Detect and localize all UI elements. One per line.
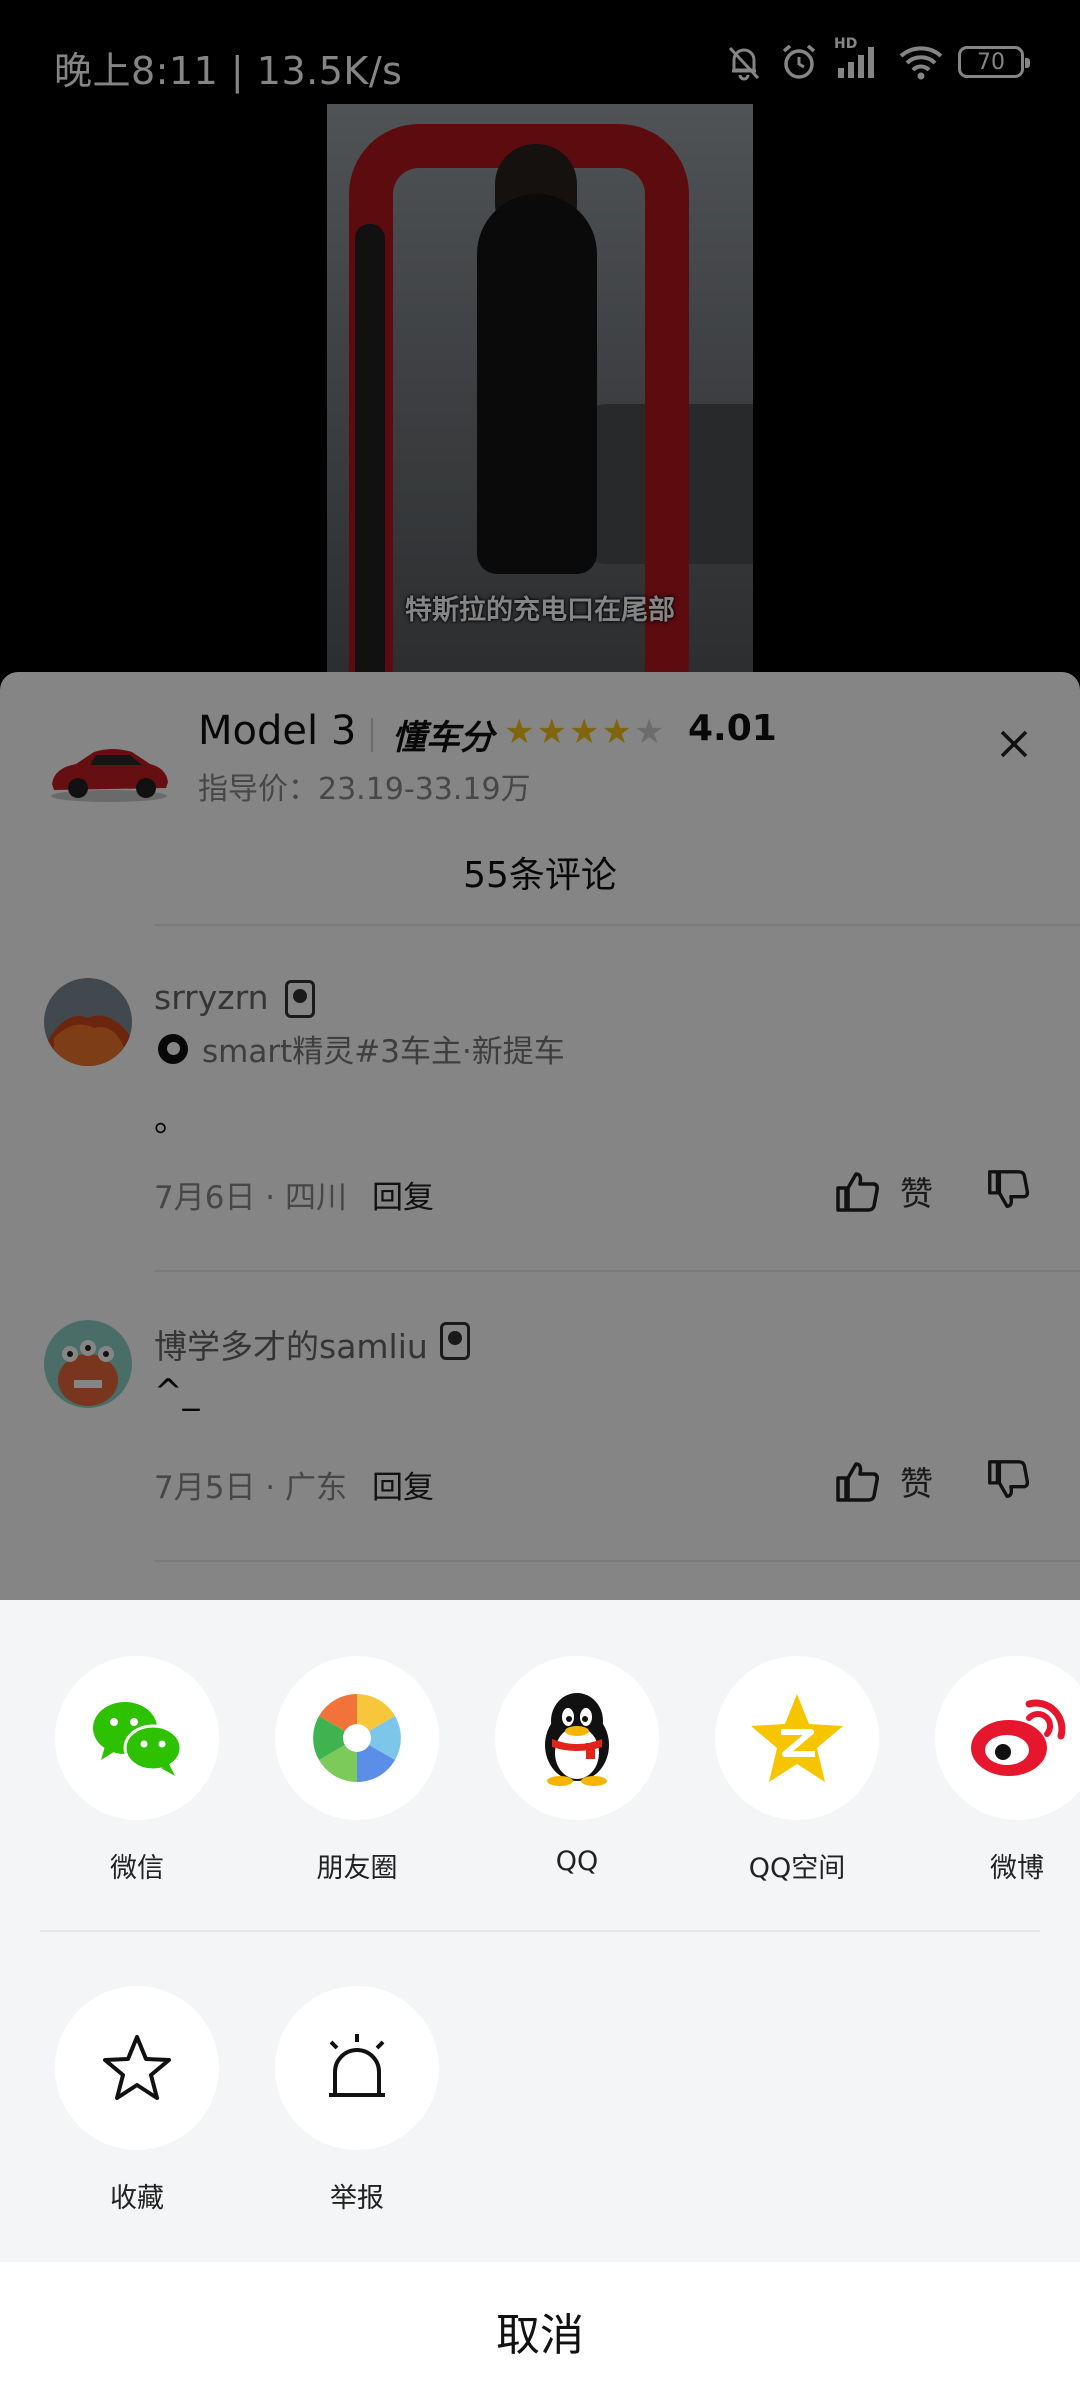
share-moments[interactable]: 朋友圈 bbox=[267, 1656, 447, 1885]
share-weibo[interactable]: 微博 bbox=[927, 1656, 1080, 1885]
wechat-icon bbox=[93, 1702, 183, 1776]
share-label: QQ bbox=[555, 1846, 599, 1877]
alarm-icon bbox=[329, 2034, 385, 2097]
qq-icon bbox=[545, 1693, 609, 1786]
star-outline-icon bbox=[103, 2035, 171, 2100]
action-favorite[interactable]: 收藏 bbox=[47, 1986, 227, 2215]
action-label: 收藏 bbox=[110, 2183, 164, 2214]
share-wechat-circle[interactable] bbox=[55, 1656, 219, 1820]
action-report[interactable]: 举报 bbox=[267, 1986, 447, 2215]
action-favorite-circle[interactable] bbox=[55, 1986, 219, 2150]
action-label: 举报 bbox=[330, 2183, 384, 2214]
share-label: QQ空间 bbox=[748, 1853, 846, 1884]
share-sheet: 微信 朋友圈 QQ QQ空间 微博 收藏 举报 取消 bbox=[0, 1600, 1080, 2400]
share-label: 朋友圈 bbox=[316, 1853, 398, 1884]
modal-overlay[interactable] bbox=[0, 0, 1080, 1600]
share-moments-circle[interactable] bbox=[275, 1656, 439, 1820]
sheet-divider bbox=[40, 1930, 1040, 1932]
weibo-icon bbox=[971, 1699, 1066, 1776]
share-label: 微博 bbox=[990, 1853, 1044, 1884]
share-qq[interactable]: QQ bbox=[487, 1656, 667, 1877]
moments-icon bbox=[313, 1694, 401, 1782]
share-qzone[interactable]: QQ空间 bbox=[707, 1656, 887, 1885]
share-label: 微信 bbox=[110, 1853, 164, 1884]
action-report-circle[interactable] bbox=[275, 1986, 439, 2150]
share-qzone-circle[interactable] bbox=[715, 1656, 879, 1820]
share-weibo-circle[interactable] bbox=[935, 1656, 1080, 1820]
share-qq-circle[interactable] bbox=[495, 1656, 659, 1820]
share-wechat[interactable]: 微信 bbox=[47, 1656, 227, 1885]
cancel-button[interactable]: 取消 bbox=[0, 2262, 1080, 2400]
qzone-icon bbox=[751, 1694, 843, 1782]
